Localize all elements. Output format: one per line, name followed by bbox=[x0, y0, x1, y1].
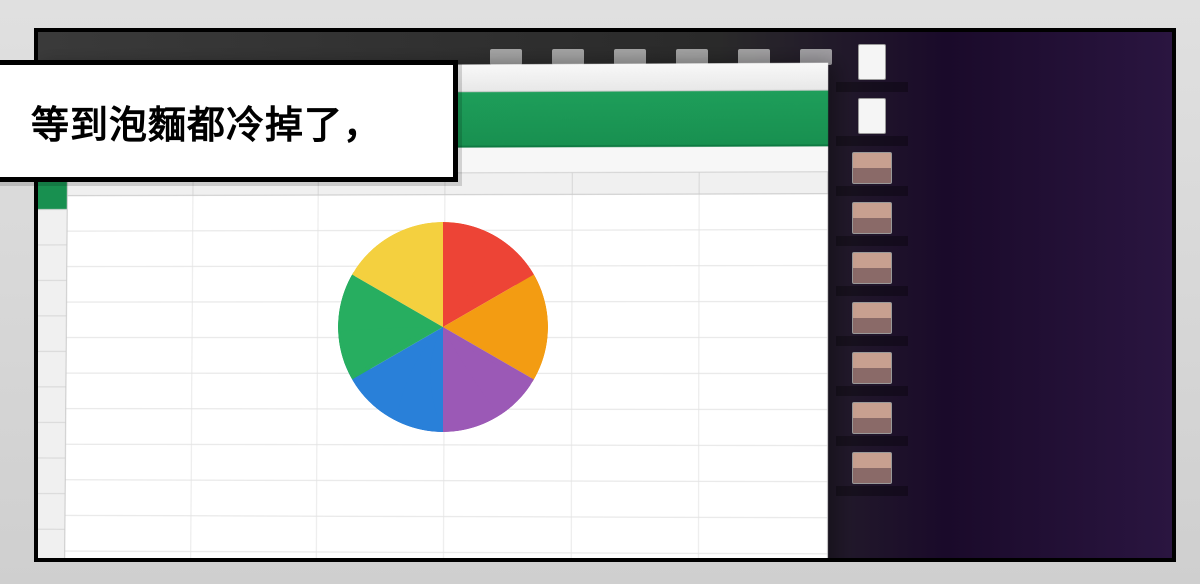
row-header[interactable] bbox=[34, 316, 66, 352]
file-label bbox=[836, 486, 908, 496]
beachball-spinner-icon bbox=[338, 222, 548, 432]
row-header[interactable] bbox=[34, 245, 66, 281]
desktop-file[interactable] bbox=[836, 252, 908, 296]
desktop-file[interactable] bbox=[836, 302, 908, 346]
row-header[interactable] bbox=[34, 423, 65, 459]
file-icon bbox=[858, 44, 886, 80]
file-icon bbox=[852, 352, 892, 384]
file-label bbox=[836, 186, 908, 196]
file-icon bbox=[852, 152, 892, 184]
desktop-file[interactable] bbox=[836, 352, 908, 396]
file-label bbox=[836, 236, 908, 246]
row-header[interactable] bbox=[34, 458, 65, 494]
file-icon bbox=[852, 302, 892, 334]
menubar-icon bbox=[614, 49, 646, 65]
desktop-file[interactable] bbox=[836, 402, 908, 446]
row-header[interactable] bbox=[34, 530, 64, 562]
file-icon bbox=[852, 402, 892, 434]
column-header[interactable] bbox=[700, 172, 828, 193]
menubar-icon bbox=[490, 49, 522, 65]
desktop-file[interactable] bbox=[836, 44, 908, 92]
file-icon bbox=[852, 202, 892, 234]
row-header[interactable] bbox=[34, 210, 67, 246]
desktop-file[interactable] bbox=[836, 98, 908, 146]
file-label bbox=[836, 286, 908, 296]
column-header[interactable] bbox=[572, 173, 700, 194]
file-icon bbox=[852, 452, 892, 484]
desktop-file[interactable] bbox=[836, 452, 908, 496]
file-label bbox=[836, 82, 908, 92]
menubar-icon bbox=[552, 49, 584, 65]
row-header[interactable] bbox=[34, 281, 66, 317]
row-header[interactable] bbox=[34, 352, 66, 388]
row-header[interactable] bbox=[34, 494, 65, 530]
desktop-file[interactable] bbox=[836, 152, 908, 196]
file-icon bbox=[858, 98, 886, 134]
caption-box: 等到泡麵都冷掉了， bbox=[0, 60, 458, 182]
file-icon bbox=[852, 252, 892, 284]
file-label bbox=[836, 336, 908, 346]
file-label bbox=[836, 386, 908, 396]
file-label bbox=[836, 436, 908, 446]
row-header[interactable] bbox=[34, 387, 65, 423]
caption-text: 等到泡麵都冷掉了， bbox=[31, 94, 382, 149]
file-label bbox=[836, 136, 908, 146]
desktop-icons-column bbox=[836, 44, 918, 554]
row-headers[interactable] bbox=[34, 175, 68, 562]
column-header[interactable] bbox=[445, 173, 572, 194]
desktop-file[interactable] bbox=[836, 202, 908, 246]
